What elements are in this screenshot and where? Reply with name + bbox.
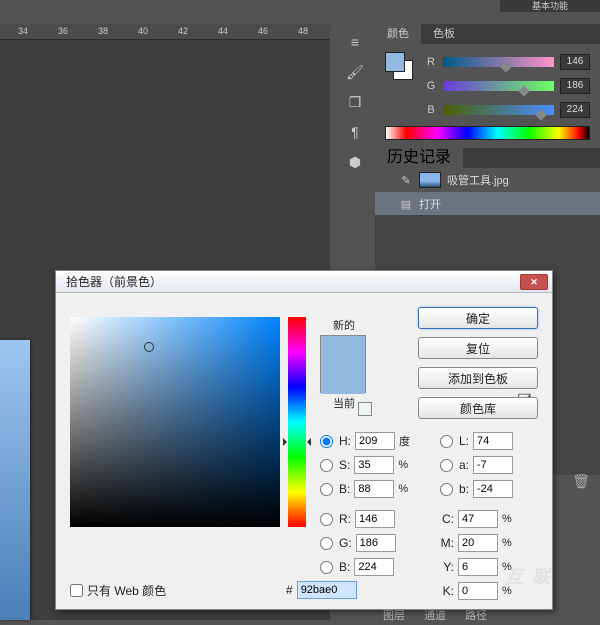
a-input[interactable] bbox=[473, 456, 513, 474]
brush-snapshot-icon: ✎ bbox=[399, 174, 413, 187]
r-value[interactable]: 146 bbox=[560, 54, 590, 70]
foreground-color-swatch[interactable] bbox=[385, 52, 405, 72]
history-panel: 历史记录 ✎ 吸管工具.jpg ▤ 打开 bbox=[375, 148, 600, 216]
y-input[interactable] bbox=[458, 558, 498, 576]
m-input[interactable] bbox=[458, 534, 498, 552]
hex-input[interactable] bbox=[297, 581, 357, 599]
color-panel: 颜色 色板 R 146 G 186 B 224 bbox=[375, 24, 600, 148]
watermark: 互 联 bbox=[505, 563, 552, 589]
new-color-label: 新的 bbox=[320, 317, 368, 333]
b-slider[interactable] bbox=[443, 105, 554, 115]
g-value[interactable]: 186 bbox=[560, 78, 590, 94]
s-radio[interactable] bbox=[320, 459, 333, 472]
snapshot-name: 吸管工具.jpg bbox=[447, 172, 509, 188]
rgb-b-input[interactable] bbox=[354, 558, 394, 576]
brush-presets-icon[interactable]: ≡ bbox=[341, 30, 369, 54]
reset-button[interactable]: 复位 bbox=[418, 337, 538, 359]
ok-button[interactable]: 确定 bbox=[418, 307, 538, 329]
h-radio[interactable] bbox=[320, 435, 333, 448]
r-slider[interactable] bbox=[443, 57, 554, 67]
k-input[interactable] bbox=[458, 582, 498, 600]
color-preview: 新的 当前 bbox=[320, 317, 368, 411]
tab-layers[interactable]: 图层 bbox=[383, 610, 405, 622]
hex-label: # bbox=[286, 583, 293, 597]
dialog-title-text: 拾色器（前景色） bbox=[66, 271, 162, 293]
rgb-g-input[interactable] bbox=[356, 534, 396, 552]
rgb-r-input[interactable] bbox=[355, 510, 395, 528]
fg-bg-swatch[interactable] bbox=[385, 52, 413, 80]
paragraph-icon[interactable]: ¶ bbox=[341, 120, 369, 144]
tab-paths[interactable]: 路径 bbox=[465, 610, 487, 622]
brush-icon[interactable]: 🖌 bbox=[341, 60, 369, 84]
collapsed-panels: ≡ 🖌 ❐ ¶ ⬢ bbox=[335, 24, 375, 274]
web-only-input[interactable] bbox=[70, 584, 83, 597]
trash-icon[interactable]: 🗑 bbox=[572, 473, 590, 490]
g-radio[interactable] bbox=[320, 537, 333, 550]
color-warning-swatch[interactable] bbox=[358, 402, 372, 416]
history-step-row[interactable]: ▤ 打开 bbox=[375, 192, 600, 216]
spectrum-bar[interactable] bbox=[385, 126, 590, 140]
horizontal-ruler: 34 36 38 40 42 44 46 48 bbox=[0, 24, 330, 40]
hsb-b-input[interactable] bbox=[354, 480, 394, 498]
g-slider[interactable] bbox=[443, 81, 554, 91]
dialog-titlebar[interactable]: 拾色器（前景色） ✕ bbox=[56, 271, 552, 293]
close-icon[interactable]: ✕ bbox=[520, 274, 548, 290]
tab-swatches[interactable]: 色板 bbox=[421, 24, 467, 44]
color-picker-dialog: 拾色器（前景色） ✕ 新的 当前 ◪ 确定 复位 添加到色板 颜色库 bbox=[55, 270, 553, 610]
a-radio[interactable] bbox=[440, 459, 453, 472]
b-label: B bbox=[425, 104, 437, 116]
current-color-swatch[interactable] bbox=[321, 365, 365, 394]
tab-channels[interactable]: 通道 bbox=[424, 610, 446, 622]
tab-color[interactable]: 颜色 bbox=[375, 24, 421, 44]
tab-history[interactable]: 历史记录 bbox=[375, 148, 463, 168]
history-step-label: 打开 bbox=[419, 196, 441, 212]
web-only-checkbox[interactable]: 只有 Web 颜色 bbox=[70, 582, 166, 599]
r-label: R bbox=[425, 56, 437, 68]
r-radio[interactable] bbox=[320, 513, 333, 526]
l-input[interactable] bbox=[473, 432, 513, 450]
l-radio[interactable] bbox=[440, 435, 453, 448]
new-color-swatch bbox=[321, 336, 365, 365]
color-libraries-button[interactable]: 颜色库 bbox=[418, 397, 538, 419]
document-image[interactable] bbox=[0, 340, 30, 620]
lab-b-input[interactable] bbox=[473, 480, 513, 498]
document-icon: ▤ bbox=[399, 198, 413, 211]
b-value[interactable]: 224 bbox=[560, 102, 590, 118]
lab-b-radio[interactable] bbox=[440, 483, 453, 496]
s-input[interactable] bbox=[354, 456, 394, 474]
history-snapshot-row[interactable]: ✎ 吸管工具.jpg bbox=[375, 168, 600, 192]
hue-slider-thumb[interactable] bbox=[283, 438, 311, 446]
clone-source-icon[interactable]: ❐ bbox=[341, 90, 369, 114]
g-label: G bbox=[425, 80, 437, 92]
hue-slider[interactable] bbox=[288, 317, 306, 527]
add-swatch-button[interactable]: 添加到色板 bbox=[418, 367, 538, 389]
panel-tabs: 颜色 色板 bbox=[375, 24, 600, 44]
snapshot-thumb bbox=[419, 172, 441, 188]
c-input[interactable] bbox=[458, 510, 498, 528]
hsb-b-radio[interactable] bbox=[320, 483, 333, 496]
rgb-b-radio[interactable] bbox=[320, 561, 333, 574]
3d-icon[interactable]: ⬢ bbox=[341, 150, 369, 174]
color-field-cursor[interactable] bbox=[144, 342, 154, 352]
workspace-mode[interactable]: 基本功能 bbox=[500, 0, 600, 12]
h-input[interactable] bbox=[355, 432, 395, 450]
color-field[interactable] bbox=[70, 317, 280, 527]
